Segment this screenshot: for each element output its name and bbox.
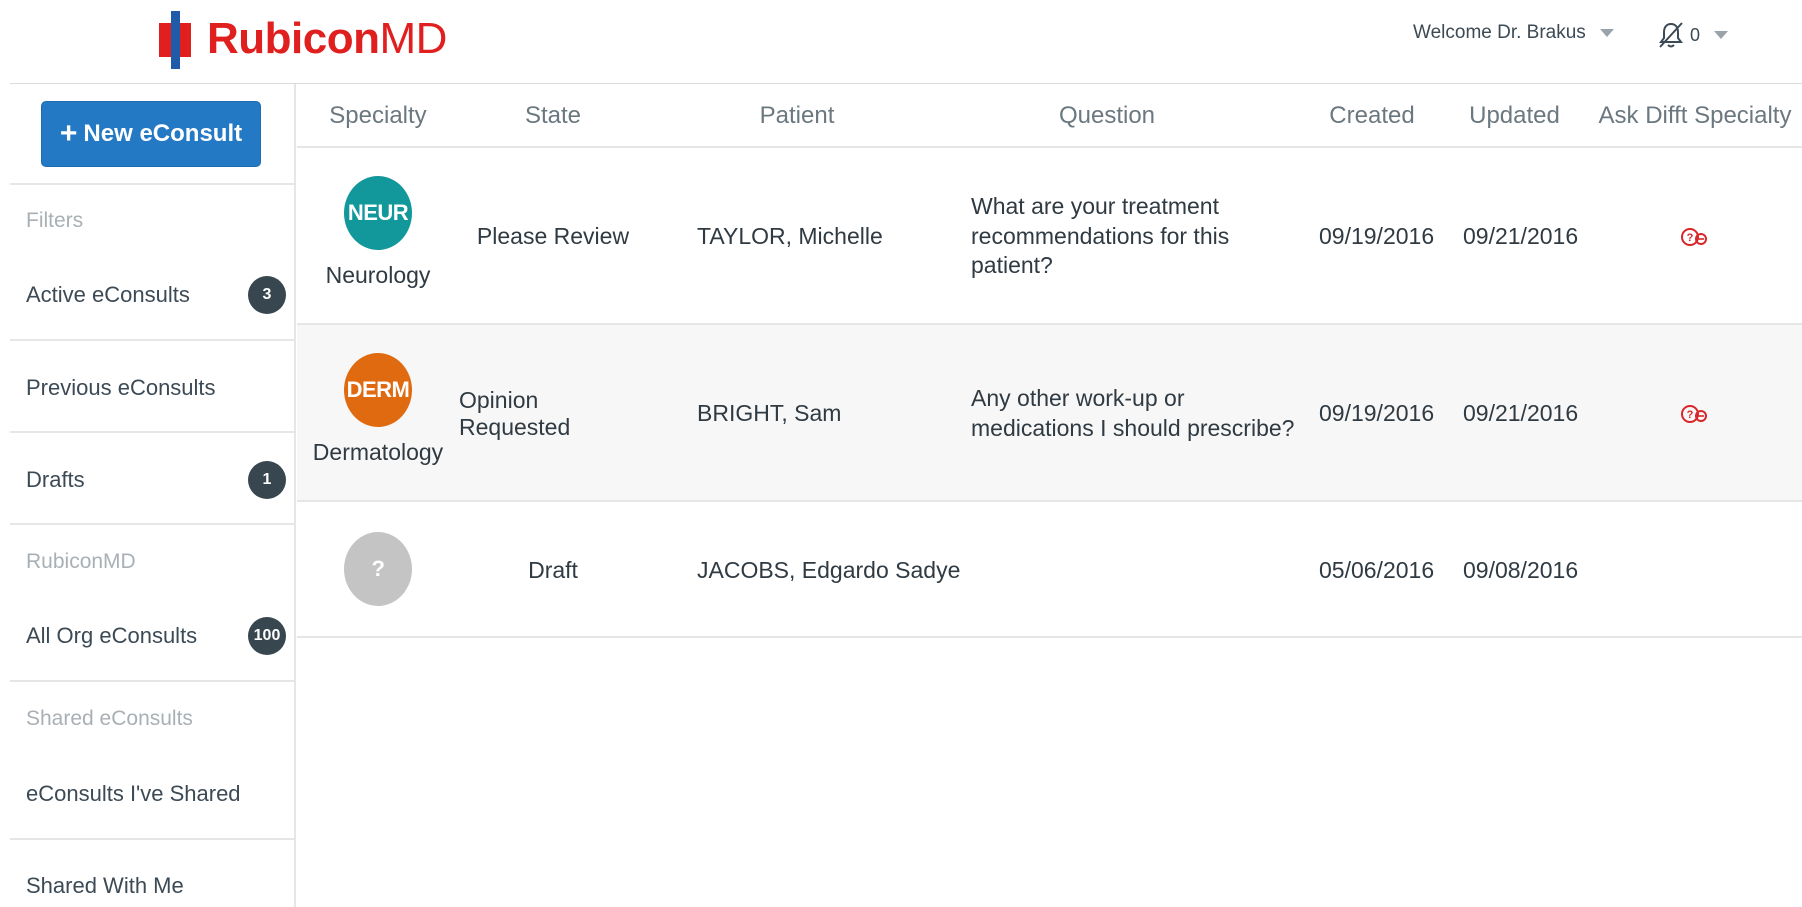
ask-different-specialty-icon[interactable]: ?: [1680, 403, 1708, 425]
notification-count: 0: [1690, 24, 1701, 45]
specialty-cell: ?: [303, 532, 453, 606]
table-header: Specialty State Patient Question Created…: [297, 84, 1802, 148]
specialty-name: Dermatology: [312, 439, 444, 465]
created-cell: 09/19/2016: [1319, 223, 1435, 249]
specialty-cell: DERM Dermatology: [303, 353, 453, 466]
column-header-ask-difft-specialty: Ask Difft Specialty: [1598, 102, 1792, 129]
new-econsult-label: New eConsult: [83, 120, 243, 147]
table-row[interactable]: DERM Dermatology Opinion Requested BRIGH…: [297, 325, 1802, 502]
specialty-badge: DERM: [344, 353, 412, 427]
sidebar-item-previous-econsults[interactable]: Previous eConsults: [26, 368, 286, 408]
sidebar: + New eConsult Filters Active eConsults …: [10, 84, 296, 907]
new-econsult-button[interactable]: + New eConsult: [41, 101, 261, 167]
sidebar-divider: [10, 523, 296, 525]
sidebar-divider: [10, 431, 296, 433]
sidebar-item-label: eConsults I've Shared: [26, 781, 241, 806]
column-header-patient[interactable]: Patient: [647, 84, 947, 148]
sidebar-divider: [10, 183, 296, 185]
column-header-updated[interactable]: Updated: [1447, 84, 1582, 148]
sidebar-item-label: Drafts: [26, 467, 85, 492]
updated-cell: 09/21/2016: [1463, 223, 1579, 249]
updated-cell: 09/21/2016: [1463, 400, 1579, 426]
updated-cell: 09/08/2016: [1463, 556, 1579, 583]
rubiconmd-logo[interactable]: RubiconMD: [157, 10, 447, 69]
user-menu[interactable]: Welcome Dr. Brakus: [1413, 22, 1614, 44]
count-badge: 100: [248, 617, 286, 655]
created-cell: 05/06/2016: [1319, 556, 1435, 583]
logo-mark-icon: [157, 11, 193, 69]
sidebar-divider: [10, 339, 296, 341]
table-row[interactable]: NEUR Neurology Please Review TAYLOR, Mic…: [297, 148, 1802, 325]
state-cell: Please Review: [476, 223, 630, 249]
rubiconmd-heading: RubiconMD: [26, 550, 136, 573]
question-cell: What are your treatment recommendations …: [971, 192, 1230, 279]
app-header: RubiconMD Welcome Dr. Brakus 0: [0, 0, 1802, 84]
table-row[interactable]: ? Draft JACOBS, Edgardo Sadye 05/06/2016…: [297, 502, 1802, 638]
patient-cell: BRIGHT, Sam: [697, 400, 842, 426]
column-header-created[interactable]: Created: [1307, 84, 1437, 148]
notifications-menu[interactable]: 0: [1656, 20, 1729, 50]
chevron-down-icon: [1599, 29, 1614, 37]
sidebar-item-label: Active eConsults: [26, 282, 190, 307]
column-header-state[interactable]: State: [459, 84, 647, 148]
bell-slash-icon: [1659, 22, 1683, 48]
specialty-badge: NEUR: [344, 176, 412, 250]
sidebar-item-econsults-ive-shared[interactable]: eConsults I've Shared: [26, 774, 286, 814]
created-cell: 09/19/2016: [1319, 400, 1435, 426]
specialty-cell: NEUR Neurology: [303, 176, 453, 289]
filters-heading: Filters: [26, 209, 84, 232]
sidebar-divider: [10, 680, 296, 682]
svg-text:?: ?: [1687, 232, 1694, 244]
sidebar-item-all-org-econsults[interactable]: All Org eConsults 100: [26, 616, 286, 656]
logo-text: RubiconMD: [207, 14, 447, 63]
sidebar-item-label: All Org eConsults: [26, 623, 198, 648]
chevron-down-icon: [1714, 31, 1729, 39]
column-header-question[interactable]: Question: [947, 84, 1267, 148]
shared-econsults-heading: Shared eConsults: [26, 707, 193, 730]
count-badge: 3: [248, 276, 286, 314]
sidebar-item-label: Previous eConsults: [26, 375, 216, 400]
ask-different-specialty-icon[interactable]: ?: [1680, 226, 1708, 248]
plus-icon: +: [59, 117, 78, 150]
count-badge: 1: [248, 461, 286, 499]
state-cell: Draft: [528, 556, 578, 583]
question-cell: Any other work-up or medications I shoul…: [971, 384, 1295, 441]
patient-cell: JACOBS, Edgardo Sadye: [697, 556, 961, 583]
state-cell: Opinion Requested: [459, 386, 571, 440]
sidebar-divider: [10, 838, 296, 840]
sidebar-item-active-econsults[interactable]: Active eConsults 3: [26, 275, 286, 315]
sidebar-item-shared-with-me[interactable]: Shared With Me: [26, 866, 286, 906]
specialty-name: Neurology: [325, 262, 431, 288]
sidebar-item-drafts[interactable]: Drafts 1: [26, 460, 286, 500]
sidebar-item-label: Shared With Me: [26, 873, 184, 898]
svg-text:?: ?: [1687, 409, 1694, 421]
unknown-specialty-badge: ?: [344, 532, 412, 606]
column-header-specialty[interactable]: Specialty: [297, 84, 459, 148]
patient-cell: TAYLOR, Michelle: [697, 223, 883, 249]
welcome-text: Welcome Dr. Brakus: [1413, 22, 1586, 43]
